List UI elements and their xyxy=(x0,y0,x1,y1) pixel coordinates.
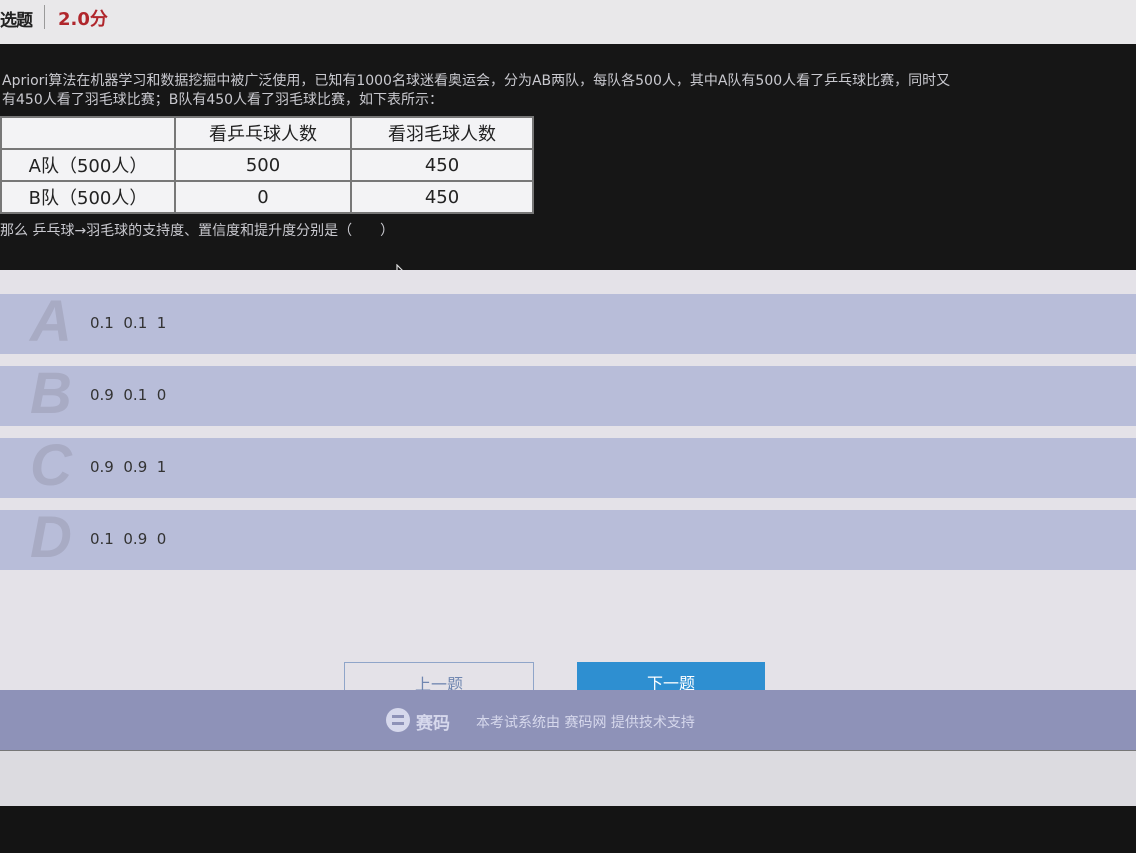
option-text: 0.1 0.1 1 xyxy=(90,314,167,332)
option-text: 0.1 0.9 0 xyxy=(90,530,167,548)
prev-question-button[interactable]: 上一题 xyxy=(344,662,534,692)
exam-screen: 选题 2.0分 Apriori算法在机器学习和数据挖掘中被广泛使用，已知有100… xyxy=(0,0,1136,853)
footer: 赛码 本考试系统由 赛码网 提供技术支持 xyxy=(0,690,1136,750)
bottom-strip xyxy=(0,750,1136,806)
table-row: B队（500人） 0 450 xyxy=(0,180,534,214)
footer-support-text: 本考试系统由 赛码网 提供技术支持 xyxy=(476,715,695,731)
option-a[interactable]: A 0.1 0.1 1 xyxy=(0,289,1136,354)
table-cell: 0 xyxy=(174,180,352,214)
option-letter: A xyxy=(30,289,72,354)
option-b[interactable]: B 0.9 0.1 0 xyxy=(0,361,1136,426)
question-type-label: 选题 xyxy=(0,11,33,31)
option-c[interactable]: C 0.9 0.9 1 xyxy=(0,433,1136,498)
question-score: 2.0分 xyxy=(58,9,108,30)
question-prompt: 那么 乒乓球→羽毛球的支持度、置信度和提升度分别是（ ） xyxy=(0,223,395,239)
table-cell: A队（500人） xyxy=(0,148,176,182)
option-letter: B xyxy=(30,361,72,426)
question-header: 选题 2.0分 xyxy=(0,0,1136,44)
table-cell: 500 xyxy=(174,148,352,182)
option-d[interactable]: D 0.1 0.9 0 xyxy=(0,505,1136,570)
options-area: A 0.1 0.1 1 B 0.9 0.1 0 C 0.9 0.9 1 D 0.… xyxy=(0,270,1136,692)
stem-text: Apriori算法在机器学习和数据挖掘中被广泛使用，已知有1000名球迷看奥运会… xyxy=(2,73,951,108)
table-header-cell: 看羽毛球人数 xyxy=(350,116,534,150)
option-text: 0.9 0.9 1 xyxy=(90,458,167,476)
table-cell: B队（500人） xyxy=(0,180,176,214)
saima-logo-icon xyxy=(386,708,410,732)
table-cell: 450 xyxy=(350,180,534,214)
footer-brand: 赛码 xyxy=(416,714,450,734)
option-letter: C xyxy=(30,433,72,498)
header-divider xyxy=(44,5,45,29)
table-header-cell xyxy=(0,116,176,150)
question-stem: Apriori算法在机器学习和数据挖掘中被广泛使用，已知有1000名球迷看奥运会… xyxy=(0,44,1136,287)
table-header-row: 看乒乓球人数 看羽毛球人数 xyxy=(0,116,534,150)
table-header-cell: 看乒乓球人数 xyxy=(174,116,352,150)
option-letter: D xyxy=(30,505,72,570)
data-table: 看乒乓球人数 看羽毛球人数 A队（500人） 500 450 B队（500人） … xyxy=(0,116,534,214)
table-row: A队（500人） 500 450 xyxy=(0,148,534,182)
monitor-bezel xyxy=(0,806,1136,853)
option-text: 0.9 0.1 0 xyxy=(90,386,167,404)
table-cell: 450 xyxy=(350,148,534,182)
next-question-button[interactable]: 下一题 xyxy=(577,662,765,690)
